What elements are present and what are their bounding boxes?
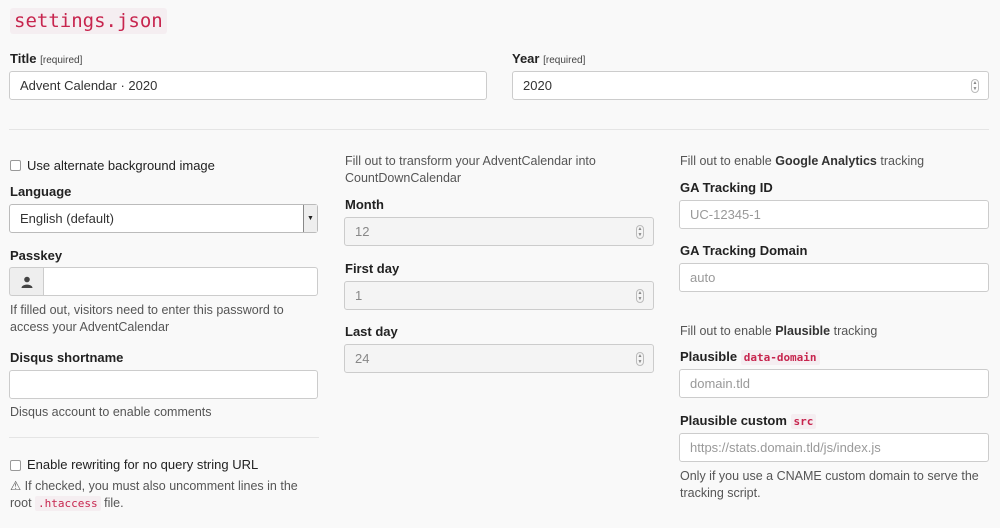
last-day-input[interactable]: 24 ▲ ▼ <box>344 344 654 373</box>
title-label: Title [required] <box>10 51 82 66</box>
title-input[interactable]: Advent Calendar · 2020 <box>9 71 487 100</box>
passkey-help: If filled out, visitors need to enter th… <box>10 303 284 334</box>
ga-intro: Fill out to enable Google Analytics trac… <box>680 153 924 170</box>
first-day-input-value: 1 <box>355 288 363 303</box>
plausible-src-label-text: Plausible custom <box>680 413 787 428</box>
plausible-domain-input[interactable]: domain.tld <box>679 369 989 398</box>
plausible-intro-prefix: Fill out to enable <box>680 324 772 338</box>
countdown-intro: Fill out to transform your AdventCalenda… <box>345 154 596 185</box>
alt-bg-checkbox[interactable] <box>10 160 21 171</box>
rewrite-warning-suffix: file. <box>104 496 124 510</box>
passkey-input[interactable] <box>43 267 318 296</box>
plausible-src-help: Only if you use a CNAME custom domain to… <box>680 469 979 500</box>
plausible-domain-label-text: Plausible <box>680 349 738 364</box>
plausible-domain-label: Plausible data-domain <box>680 349 820 365</box>
number-spinner-icon[interactable]: ▲ ▼ <box>971 79 979 93</box>
year-input[interactable]: 2020 ▲ ▼ <box>512 71 989 100</box>
plausible-src-label: Plausible custom src <box>680 413 817 429</box>
month-label: Month <box>345 197 384 212</box>
disqus-input[interactable] <box>9 370 318 399</box>
ga-id-label: GA Tracking ID <box>680 180 773 195</box>
ga-id-input[interactable]: UC-12345-1 <box>679 200 989 229</box>
plausible-intro-suffix: tracking <box>833 324 878 338</box>
plausible-intro-strong: Plausible <box>775 324 831 338</box>
ga-intro-suffix: tracking <box>880 154 925 168</box>
disqus-help: Disqus account to enable comments <box>10 405 212 419</box>
number-spinner-icon[interactable]: ▲ ▼ <box>636 289 644 303</box>
user-icon <box>9 267 43 296</box>
src-code: src <box>790 414 817 429</box>
ga-intro-prefix: Fill out to enable <box>680 154 772 168</box>
title-input-value: Advent Calendar · 2020 <box>20 78 158 93</box>
last-day-input-value: 24 <box>355 351 370 366</box>
first-day-input[interactable]: 1 ▲ ▼ <box>344 281 654 310</box>
rewrite-checkbox[interactable] <box>10 460 21 471</box>
alt-bg-label: Use alternate background image <box>27 158 215 173</box>
year-label-text: Year <box>512 51 540 66</box>
section-divider <box>9 129 989 130</box>
number-spinner-icon[interactable]: ▲ ▼ <box>636 225 644 239</box>
passkey-label: Passkey <box>10 248 63 263</box>
ga-domain-input[interactable]: auto <box>679 263 989 292</box>
title-label-text: Title <box>10 51 37 66</box>
month-input-value: 12 <box>355 224 370 239</box>
language-select[interactable]: English (default) ▼ <box>9 204 318 233</box>
number-spinner-icon[interactable]: ▲ ▼ <box>636 352 644 366</box>
language-select-value: English (default) <box>20 211 114 226</box>
plausible-src-input[interactable]: https://stats.domain.tld/js/index.js <box>679 433 989 462</box>
ga-id-placeholder: UC-12345-1 <box>690 207 761 222</box>
htaccess-code: .htaccess <box>35 496 101 511</box>
rewrite-label: Enable rewriting for no query string URL <box>27 457 259 472</box>
page-title: settings.json <box>10 8 167 34</box>
chevron-down-icon: ▼ <box>303 205 317 232</box>
plausible-domain-placeholder: domain.tld <box>690 376 750 391</box>
first-day-label: First day <box>345 261 400 276</box>
title-required-tag: [required] <box>40 55 83 66</box>
plausible-intro: Fill out to enable Plausible tracking <box>680 323 877 340</box>
ga-domain-label: GA Tracking Domain <box>680 243 808 258</box>
year-input-value: 2020 <box>523 78 552 93</box>
last-day-label: Last day <box>345 324 398 339</box>
year-required-tag: [required] <box>543 55 586 66</box>
ga-domain-placeholder: auto <box>690 270 716 285</box>
language-label: Language <box>10 184 72 199</box>
month-input[interactable]: 12 ▲ ▼ <box>344 217 654 246</box>
data-domain-code: data-domain <box>740 350 820 365</box>
year-label: Year [required] <box>512 51 585 66</box>
plausible-src-placeholder: https://stats.domain.tld/js/index.js <box>690 440 881 455</box>
rewrite-warning: ⚠ If checked, you must also uncomment li… <box>10 478 310 512</box>
ga-intro-strong: Google Analytics <box>775 154 877 168</box>
disqus-label: Disqus shortname <box>10 350 124 365</box>
col1-divider <box>9 437 319 438</box>
